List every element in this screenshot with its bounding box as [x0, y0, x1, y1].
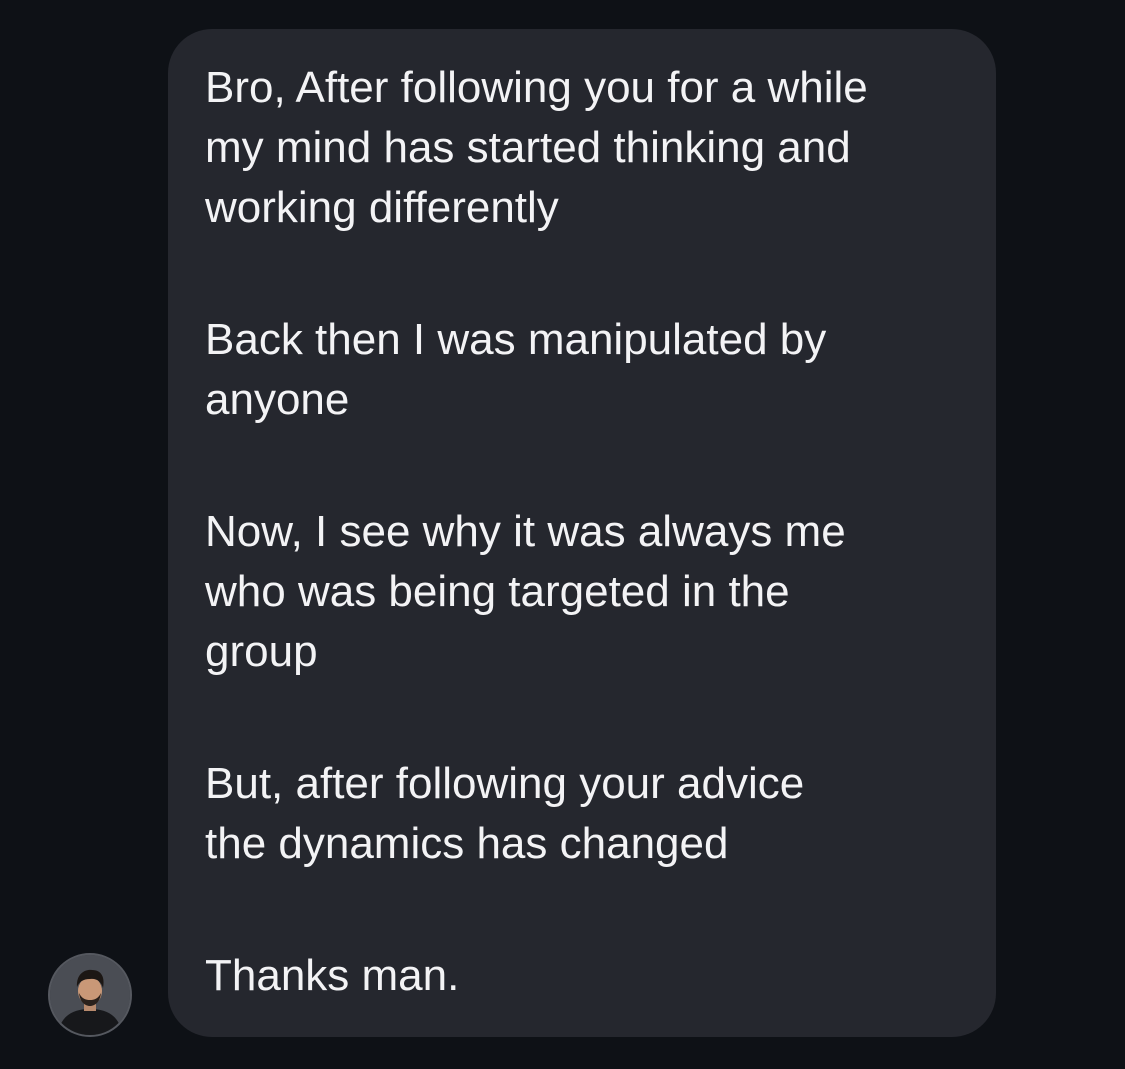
message-line: Thanks man.: [205, 951, 460, 1000]
message-line: working differently: [205, 183, 559, 232]
message-line: Now, I see why it was always me: [205, 507, 846, 556]
chat-screen: Bro, After following you for a while my …: [0, 0, 1125, 1069]
message-line: who was being targeted in the: [205, 567, 790, 616]
message-line: group: [205, 627, 318, 676]
message-line: my mind has started thinking and: [205, 123, 851, 172]
message-line: Back then I was manipulated by: [205, 315, 827, 364]
message-paragraph: Bro, After following you for a while my …: [205, 58, 868, 238]
message-line: Bro, After following you for a while: [205, 63, 868, 112]
person-avatar-icon: [50, 955, 130, 1035]
message-line: anyone: [205, 375, 350, 424]
message-line: the dynamics has changed: [205, 819, 729, 868]
message-paragraph: Now, I see why it was always me who was …: [205, 502, 846, 682]
message-paragraph: Thanks man.: [205, 946, 459, 1006]
sender-avatar[interactable]: [48, 953, 132, 1037]
message-paragraph: Back then I was manipulated by anyone: [205, 310, 826, 430]
message-paragraph: But, after following your advice the dyn…: [205, 754, 804, 874]
message-line: But, after following your advice: [205, 759, 805, 808]
